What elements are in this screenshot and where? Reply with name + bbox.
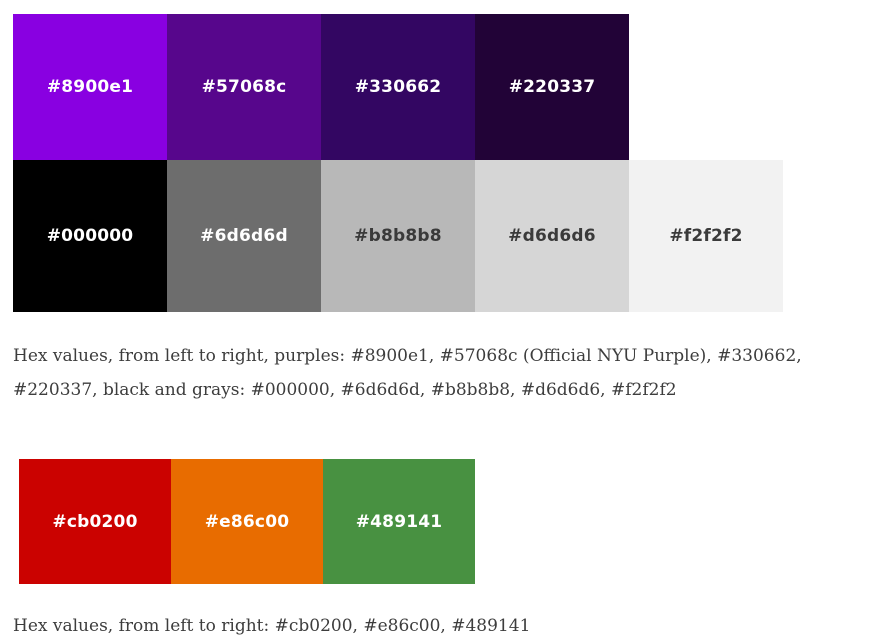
- color-swatch: #57068c: [167, 14, 321, 160]
- color-swatch: #d6d6d6: [475, 160, 629, 312]
- accents-palette: #cb0200 #e86c00 #489141: [19, 459, 475, 584]
- color-swatch: #8900e1: [13, 14, 167, 160]
- color-swatch: #f2f2f2: [629, 160, 783, 312]
- palette-caption: Hex values, from left to right, purples:…: [13, 346, 802, 400]
- color-swatch: #330662: [321, 14, 475, 160]
- color-swatch: #220337: [475, 14, 629, 160]
- palette-caption: Hex values, from left to right: #cb0200,…: [13, 616, 531, 636]
- color-swatch: #489141: [323, 459, 475, 584]
- color-swatch: #000000: [13, 160, 167, 312]
- grays-palette: #000000 #6d6d6d #b8b8b8 #d6d6d6 #f2f2f2: [13, 160, 783, 312]
- color-swatch: #b8b8b8: [321, 160, 475, 312]
- purples-palette: #8900e1 #57068c #330662 #220337: [13, 14, 629, 160]
- color-swatch: #e86c00: [171, 459, 323, 584]
- color-swatch: #cb0200: [19, 459, 171, 584]
- color-swatch: #6d6d6d: [167, 160, 321, 312]
